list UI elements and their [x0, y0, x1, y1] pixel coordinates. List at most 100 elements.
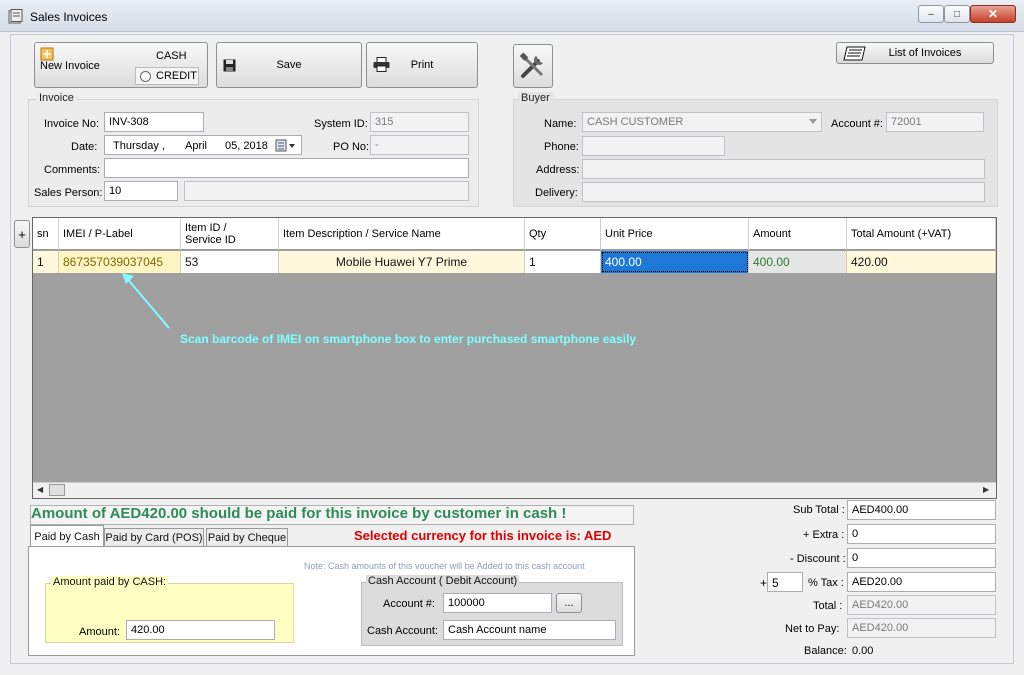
cell-description[interactable]: Mobile Huawei Y7 Prime: [279, 251, 525, 273]
new-invoice-panel: New Invoice CASH CREDIT: [34, 42, 208, 88]
print-button[interactable]: Print: [366, 42, 478, 88]
cell-unit-price[interactable]: 400.00: [601, 251, 749, 273]
system-id-label: System ID:: [314, 118, 368, 130]
sub-total-field: AED400.00: [847, 500, 996, 520]
po-no-label: PO No:: [333, 141, 370, 153]
account-no-field[interactable]: 100000: [443, 593, 552, 613]
phone-label: Phone:: [544, 141, 579, 153]
po-no-field[interactable]: -: [370, 135, 469, 155]
date-rest: 05, 2018: [225, 140, 268, 152]
credit-radio-label[interactable]: CREDIT: [156, 70, 197, 82]
amount-field[interactable]: 420.00: [126, 620, 275, 640]
tools-button[interactable]: [513, 44, 553, 88]
printer-icon: [373, 57, 390, 72]
cell-sn[interactable]: 1: [33, 251, 59, 273]
buyer-account-field: 72001: [886, 112, 984, 132]
phone-field[interactable]: [582, 136, 725, 156]
tab-paid-by-cheque[interactable]: Paid by Cheque: [206, 528, 288, 546]
sales-person-name-field: [184, 181, 469, 201]
comments-field[interactable]: [104, 158, 469, 178]
credit-radio[interactable]: [140, 71, 151, 82]
floppy-disk-icon: [223, 59, 236, 72]
extra-label: + Extra :: [803, 529, 845, 541]
cash-account-group-title: Cash Account ( Debit Account): [366, 575, 520, 587]
address-label: Address:: [536, 164, 580, 176]
add-row-button[interactable]: +: [14, 220, 30, 248]
account-browse-button[interactable]: ...: [556, 593, 582, 613]
invoice-group-title: Invoice: [36, 92, 77, 104]
delivery-field[interactable]: [582, 182, 985, 202]
sub-total-label: Sub Total :: [793, 504, 845, 516]
amount-paid-group-title: Amount paid by CASH:: [51, 576, 169, 588]
print-label: Print: [410, 59, 434, 71]
payment-message: Amount of AED420.00 should be paid for t…: [31, 505, 567, 522]
invoice-no-label: Invoice No:: [44, 118, 100, 130]
date-month: April: [185, 140, 208, 152]
column-header-sn[interactable]: sn: [33, 218, 59, 250]
window-title: Sales Invoices: [30, 10, 108, 24]
total-label: Total :: [813, 600, 843, 612]
maximize-button[interactable]: □: [944, 5, 970, 23]
column-header-description[interactable]: Item Description / Service Name: [279, 218, 525, 250]
account-no-label: Account #:: [383, 598, 435, 610]
cash-radio-label[interactable]: CASH: [156, 50, 187, 62]
column-header-item-id[interactable]: Item ID / Service ID: [181, 218, 279, 250]
column-header-unit-price[interactable]: Unit Price: [601, 218, 749, 250]
minimize-button[interactable]: –: [918, 5, 944, 23]
column-header-imei[interactable]: IMEI / P-Label: [59, 218, 181, 250]
invoice-list-icon: [843, 46, 866, 61]
cash-account-note: Note: Cash amounts of this voucher will …: [304, 561, 585, 571]
column-header-amount[interactable]: Amount: [749, 218, 847, 250]
tax-sign: +: [760, 576, 768, 590]
sales-person-field[interactable]: 10: [104, 181, 178, 201]
cell-qty[interactable]: 1: [525, 251, 601, 273]
cell-item-id[interactable]: 53: [181, 251, 279, 273]
date-label: Date:: [71, 141, 98, 153]
invoice-no-field[interactable]: INV-308: [104, 112, 204, 132]
discount-field[interactable]: 0: [847, 548, 996, 568]
invoice-app-icon: [8, 9, 23, 24]
buyer-name-value: CASH CUSTOMER: [587, 116, 684, 128]
buyer-name-select[interactable]: CASH CUSTOMER: [582, 112, 822, 132]
extra-field[interactable]: 0: [847, 524, 996, 544]
new-document-icon: [40, 47, 54, 61]
credit-option[interactable]: CREDIT: [135, 67, 199, 85]
net-to-pay-label: Net to Pay:: [785, 623, 840, 635]
currency-message: Selected currency for this invoice is: A…: [354, 528, 612, 543]
new-invoice-button[interactable]: New Invoice: [40, 60, 100, 72]
tools-icon: [519, 52, 544, 78]
tax-field: AED20.00: [847, 572, 996, 592]
buyer-name-label: Name:: [544, 118, 577, 130]
scroll-left-icon[interactable]: ◀: [37, 485, 43, 494]
cell-amount: 400.00: [749, 251, 847, 273]
delivery-label: Delivery:: [535, 187, 578, 199]
items-grid: sn IMEI / P-Label Item ID / Service ID I…: [32, 217, 997, 499]
date-picker[interactable]: Thursday , April 05, 2018: [104, 135, 302, 155]
tab-paid-by-cash[interactable]: Paid by Cash: [30, 525, 104, 547]
total-field: AED420.00: [847, 595, 996, 615]
list-of-invoices-label: List of Invoices: [888, 47, 962, 59]
annotation-arrow: [122, 273, 170, 329]
close-button[interactable]: ✕: [970, 5, 1016, 23]
balance-label: Balance:: [804, 645, 847, 657]
column-header-total[interactable]: Total Amount (+VAT): [847, 218, 996, 250]
comments-label: Comments:: [44, 164, 101, 176]
tax-rate-field[interactable]: 5: [767, 572, 803, 592]
list-of-invoices-button[interactable]: List of Invoices: [836, 42, 994, 64]
amount-label: Amount:: [79, 626, 120, 638]
cash-account-name-field[interactable]: Cash Account name: [443, 620, 616, 640]
date-day: Thursday ,: [113, 140, 165, 152]
buyer-account-label: Account #:: [831, 118, 883, 130]
tab-paid-by-card[interactable]: Paid by Card (POS): [104, 528, 204, 546]
scroll-right-icon[interactable]: ▶: [983, 485, 989, 494]
buyer-group-title: Buyer: [518, 92, 553, 104]
grid-header: sn IMEI / P-Label Item ID / Service ID I…: [33, 218, 996, 250]
address-field[interactable]: [582, 159, 985, 179]
calendar-dropdown-icon[interactable]: [275, 139, 297, 152]
discount-label: - Discount :: [790, 553, 846, 565]
scan-annotation: Scan barcode of IMEI on smartphone box t…: [180, 332, 637, 346]
horizontal-scrollbar[interactable]: ◀ ▶: [33, 482, 996, 498]
save-button[interactable]: Save: [216, 42, 362, 88]
column-header-qty[interactable]: Qty: [525, 218, 601, 250]
scrollbar-thumb[interactable]: [49, 484, 65, 496]
